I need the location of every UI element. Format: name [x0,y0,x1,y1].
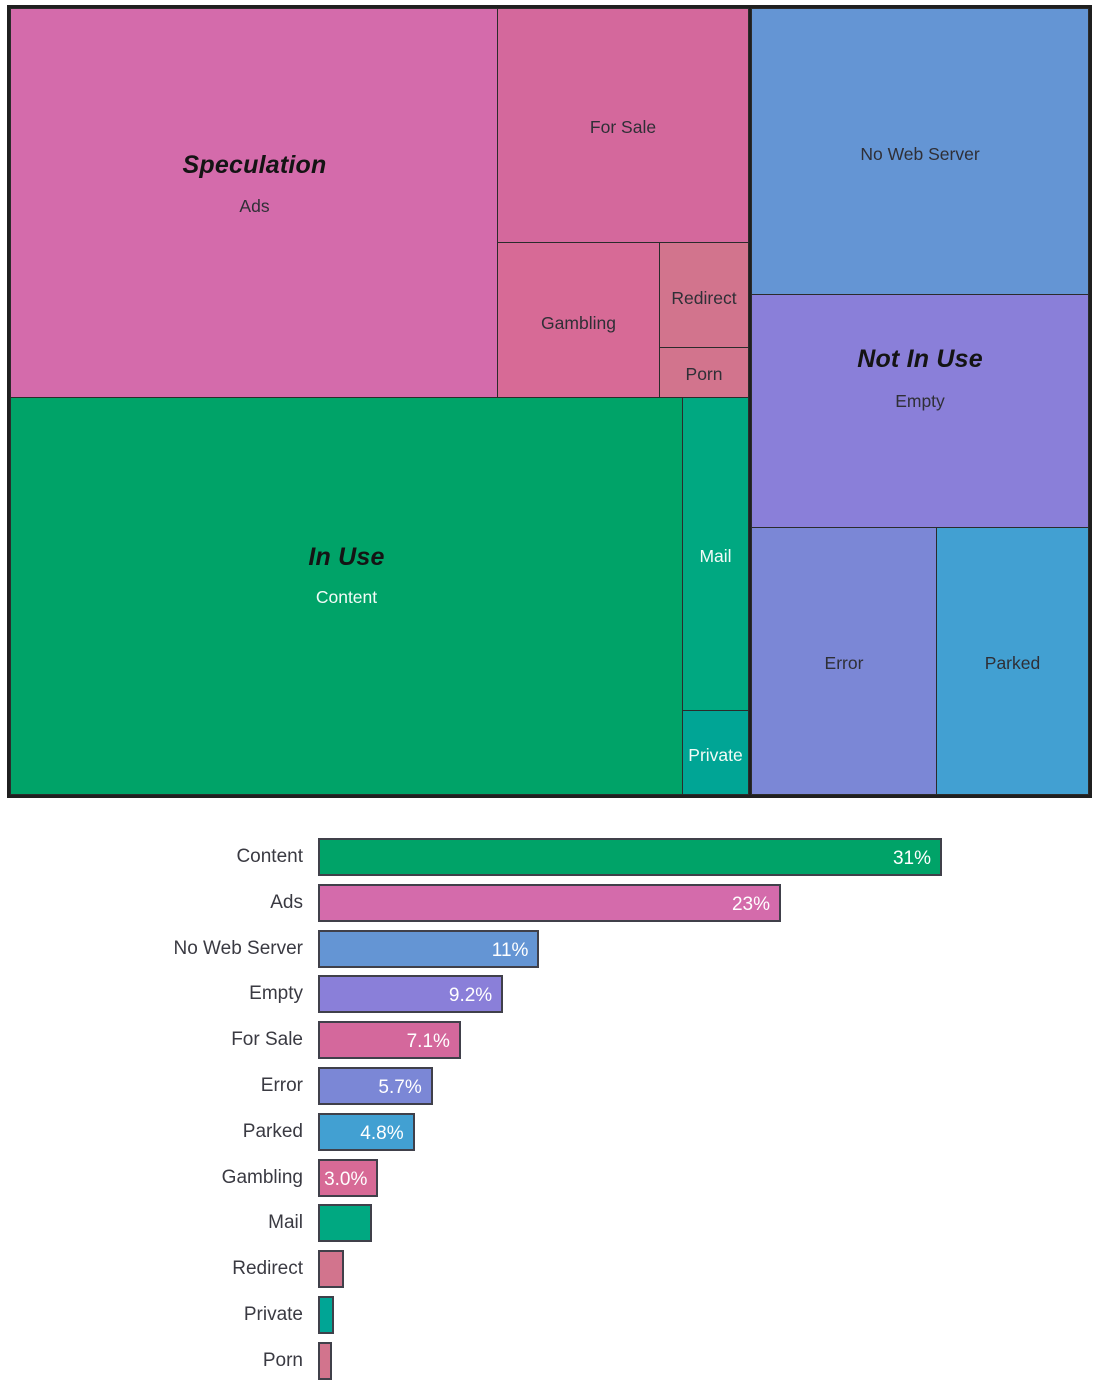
treemap-cell-label-porn: Porn [685,364,723,384]
treemap-cell-no-web-server[interactable]: No Web Server [751,8,1089,295]
treemap-chart: Speculation Ads For Sale Gambling Redire… [0,0,1099,805]
treemap-cell-gambling[interactable]: Gambling [497,242,660,398]
bar-parked[interactable]: 4.8% [318,1112,415,1151]
bar-redirect[interactable] [318,1250,345,1289]
bar-no-web-server[interactable]: 11% [318,929,540,968]
bar-row: Porn [0,1341,1099,1388]
bar-empty[interactable]: 9.2% [318,975,504,1014]
treemap-cell-label-no-web-server: No Web Server [860,144,980,164]
bar-row: Ads 23% [0,883,1099,930]
treemap-cell-label-error: Error [824,653,864,673]
treemap-cell-label-ads: Ads [239,196,270,216]
bar-row: Parked 4.8% [0,1112,1099,1159]
treemap-cell-label-empty: Empty [895,391,945,411]
treemap-cell-label-parked: Parked [984,653,1041,673]
bar-category-label: Parked [242,1120,303,1142]
bar-row: Empty 9.2% [0,975,1099,1021]
bar-category-label: No Web Server [173,937,303,959]
bar-row: Gambling 3.0% [0,1158,1099,1205]
treemap-cell-ads[interactable]: Speculation Ads [10,8,499,398]
bar-chart: Content 31% Ads 23% No Web Server 11% Empty 9.2… [0,805,1099,1396]
treemap-frame: Speculation Ads For Sale Gambling Redire… [7,5,1092,798]
treemap-cell-private[interactable]: Private [682,710,749,795]
bar-value-label: 7.1% [406,1031,450,1053]
treemap-cell-for-sale[interactable]: For Sale [497,8,749,243]
bar-content[interactable]: 31% [318,838,943,876]
treemap-cell-label-content: Content [315,587,378,607]
treemap-group-label-speculation: Speculation [182,151,327,179]
bar-category-label: Empty [249,983,303,1005]
bar-porn[interactable] [318,1341,333,1380]
bar-category-label: Gambling [221,1166,303,1188]
bar-mail[interactable] [318,1204,373,1243]
bar-for-sale[interactable]: 7.1% [318,1021,461,1060]
treemap-cell-label-gambling: Gambling [541,313,616,333]
treemap-cell-label-mail: Mail [699,546,732,566]
bar-row: Private [0,1296,1099,1342]
bar-category-label: Ads [270,891,303,913]
treemap-cell-redirect[interactable]: Redirect [659,242,749,348]
treemap-cell-porn[interactable]: Porn [659,347,749,398]
treemap-cell-label-private: Private [688,745,743,765]
bar-private[interactable] [318,1296,335,1334]
bar-row: For Sale 7.1% [0,1021,1099,1067]
treemap-cell-empty[interactable]: Not In Use Empty [751,294,1089,528]
treemap-cell-mail[interactable]: Mail [682,397,749,711]
bar-row: Redirect [0,1250,1099,1296]
bar-category-label: Redirect [232,1258,303,1280]
bar-category-label: Error [260,1075,303,1096]
treemap-cell-label-redirect: Redirect [671,288,737,308]
bar-row: No Web Server 11% [0,929,1099,976]
bar-category-label: Content [236,846,303,867]
bar-value-label: 3.0% [324,1168,368,1190]
bar-row: Content 31% [0,838,1099,884]
bar-value-label: 5.7% [378,1077,422,1098]
bar-error[interactable]: 5.7% [318,1067,433,1105]
bar-value-label: 23% [731,893,770,915]
bar-value-label: 11% [491,939,529,961]
bar-value-label: 4.8% [360,1122,404,1144]
treemap-cell-error[interactable]: Error [751,527,937,795]
treemap-group-label-not-in-use: Not In Use [857,345,983,373]
treemap-group-label-in-use: In Use [308,543,385,571]
bar-category-label: Porn [262,1349,303,1371]
bar-row: Error 5.7% [0,1067,1099,1113]
bar-gambling[interactable]: 3.0% [318,1158,379,1197]
bar-category-label: Private [243,1304,303,1325]
bar-category-label: For Sale [231,1029,303,1051]
bar-value-label: 31% [892,848,932,869]
treemap-cell-content[interactable]: In Use Content [10,397,683,795]
bar-row: Mail [0,1204,1099,1250]
bar-ads[interactable]: 23% [318,883,781,922]
treemap-cell-parked[interactable]: Parked [936,527,1089,795]
bar-category-label: Mail [268,1212,303,1234]
bar-value-label: 9.2% [448,985,493,1007]
treemap-cell-label-for-sale: For Sale [589,117,657,137]
